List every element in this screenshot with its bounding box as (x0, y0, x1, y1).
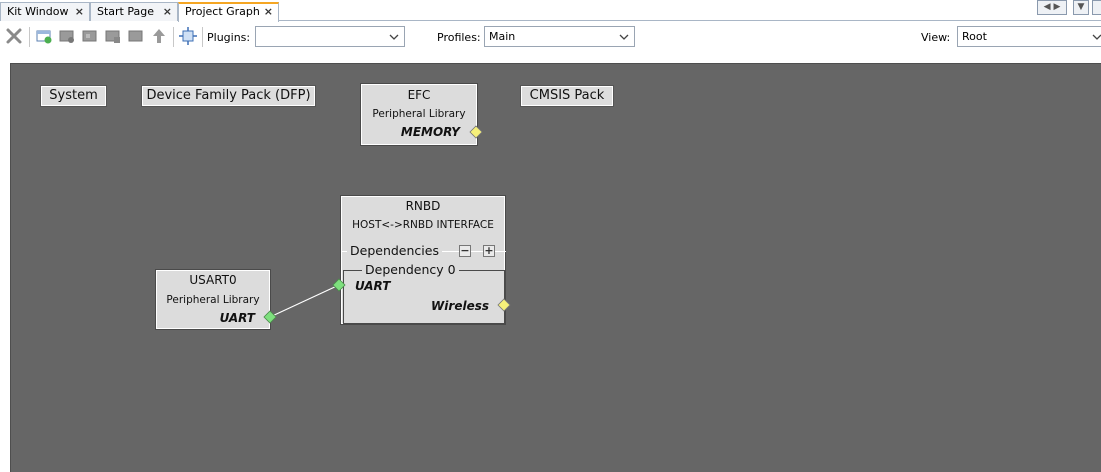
tab-start-page[interactable]: Start Page × (90, 2, 178, 21)
dependency-label: Dependency 0 (362, 262, 459, 277)
chevron-down-icon: ▼ (1077, 2, 1085, 12)
chevron-right-icon[interactable]: ▶ (1053, 2, 1060, 12)
tab-label: Kit Window (7, 5, 69, 18)
auto-layout-icon[interactable] (179, 27, 197, 45)
capability-label: Wireless (431, 299, 489, 313)
chevron-left-icon[interactable]: ◀ (1044, 2, 1051, 12)
chevron-down-icon (619, 34, 629, 40)
delete-icon[interactable] (5, 27, 23, 45)
view-select[interactable]: Root (957, 26, 1101, 47)
node-subtitle: Peripheral Library (166, 294, 260, 306)
node-title: EFC (407, 88, 431, 102)
group-system[interactable]: System (40, 85, 107, 107)
capability-label: UART (219, 311, 255, 325)
move-up-icon[interactable] (150, 27, 168, 45)
toolbar: Plugins: Profiles: Main View: Root (0, 22, 1101, 52)
tab-label: Start Page (97, 5, 154, 18)
plugins-select[interactable] (255, 26, 405, 47)
profiles-label: Profiles: (437, 31, 481, 44)
view-label: View: (921, 31, 951, 44)
node-subtitle: HOST<->RNBD INTERFACE (352, 219, 494, 231)
toolbar-separator (29, 27, 30, 47)
close-icon[interactable]: × (75, 3, 84, 20)
component-node-rnbd[interactable]: RNBD HOST<->RNBD INTERFACE Dependencies … (340, 195, 506, 325)
plugins-label: Plugins: (207, 31, 251, 44)
component-node-usart0[interactable]: USART0 Peripheral Library UART (155, 269, 271, 330)
add-icon[interactable] (58, 27, 76, 45)
maximize-button[interactable] (1092, 0, 1101, 15)
expand-button[interactable]: + (483, 245, 495, 257)
tab-kit-window[interactable]: Kit Window × (0, 2, 90, 21)
view-select-value: Root (962, 30, 987, 43)
profiles-select-value: Main (489, 30, 516, 43)
chevron-down-icon (389, 34, 399, 40)
group-cmsis-pack[interactable]: CMSIS Pack (520, 85, 614, 107)
ungroup-icon[interactable] (104, 27, 122, 45)
tab-scroll-buttons[interactable]: ◀ ▶ (1037, 0, 1067, 15)
component-node-efc[interactable]: EFC Peripheral Library MEMORY (360, 83, 478, 146)
close-icon[interactable]: × (264, 4, 273, 19)
tab-label: Project Graph (185, 5, 260, 18)
tab-list-menu-button[interactable]: ▼ (1073, 0, 1089, 15)
dependency-capability: UART (355, 279, 391, 293)
group-icon[interactable] (81, 27, 99, 45)
tab-bar: Kit Window × Start Page × Project Graph … (0, 0, 1101, 22)
dependencies-label: Dependencies (347, 243, 442, 258)
node-subtitle: Peripheral Library (372, 108, 466, 120)
collapse-button[interactable]: − (459, 245, 471, 257)
node-title: RNBD (405, 199, 441, 213)
profiles-select[interactable]: Main (484, 26, 635, 47)
node-title: USART0 (189, 273, 237, 287)
tab-project-graph[interactable]: Project Graph × (178, 2, 279, 22)
new-component-icon[interactable] (35, 27, 53, 45)
chevron-down-icon (1092, 34, 1101, 40)
group-device-family-pack[interactable]: Device Family Pack (DFP) (141, 85, 316, 107)
capability-label: MEMORY (400, 125, 460, 139)
toolbar-separator (173, 27, 174, 47)
toolbar-separator (202, 27, 203, 47)
collapse-icon[interactable] (127, 27, 145, 45)
close-icon[interactable]: × (163, 3, 172, 20)
project-graph-canvas[interactable]: System Device Family Pack (DFP) CMSIS Pa… (10, 63, 1101, 472)
